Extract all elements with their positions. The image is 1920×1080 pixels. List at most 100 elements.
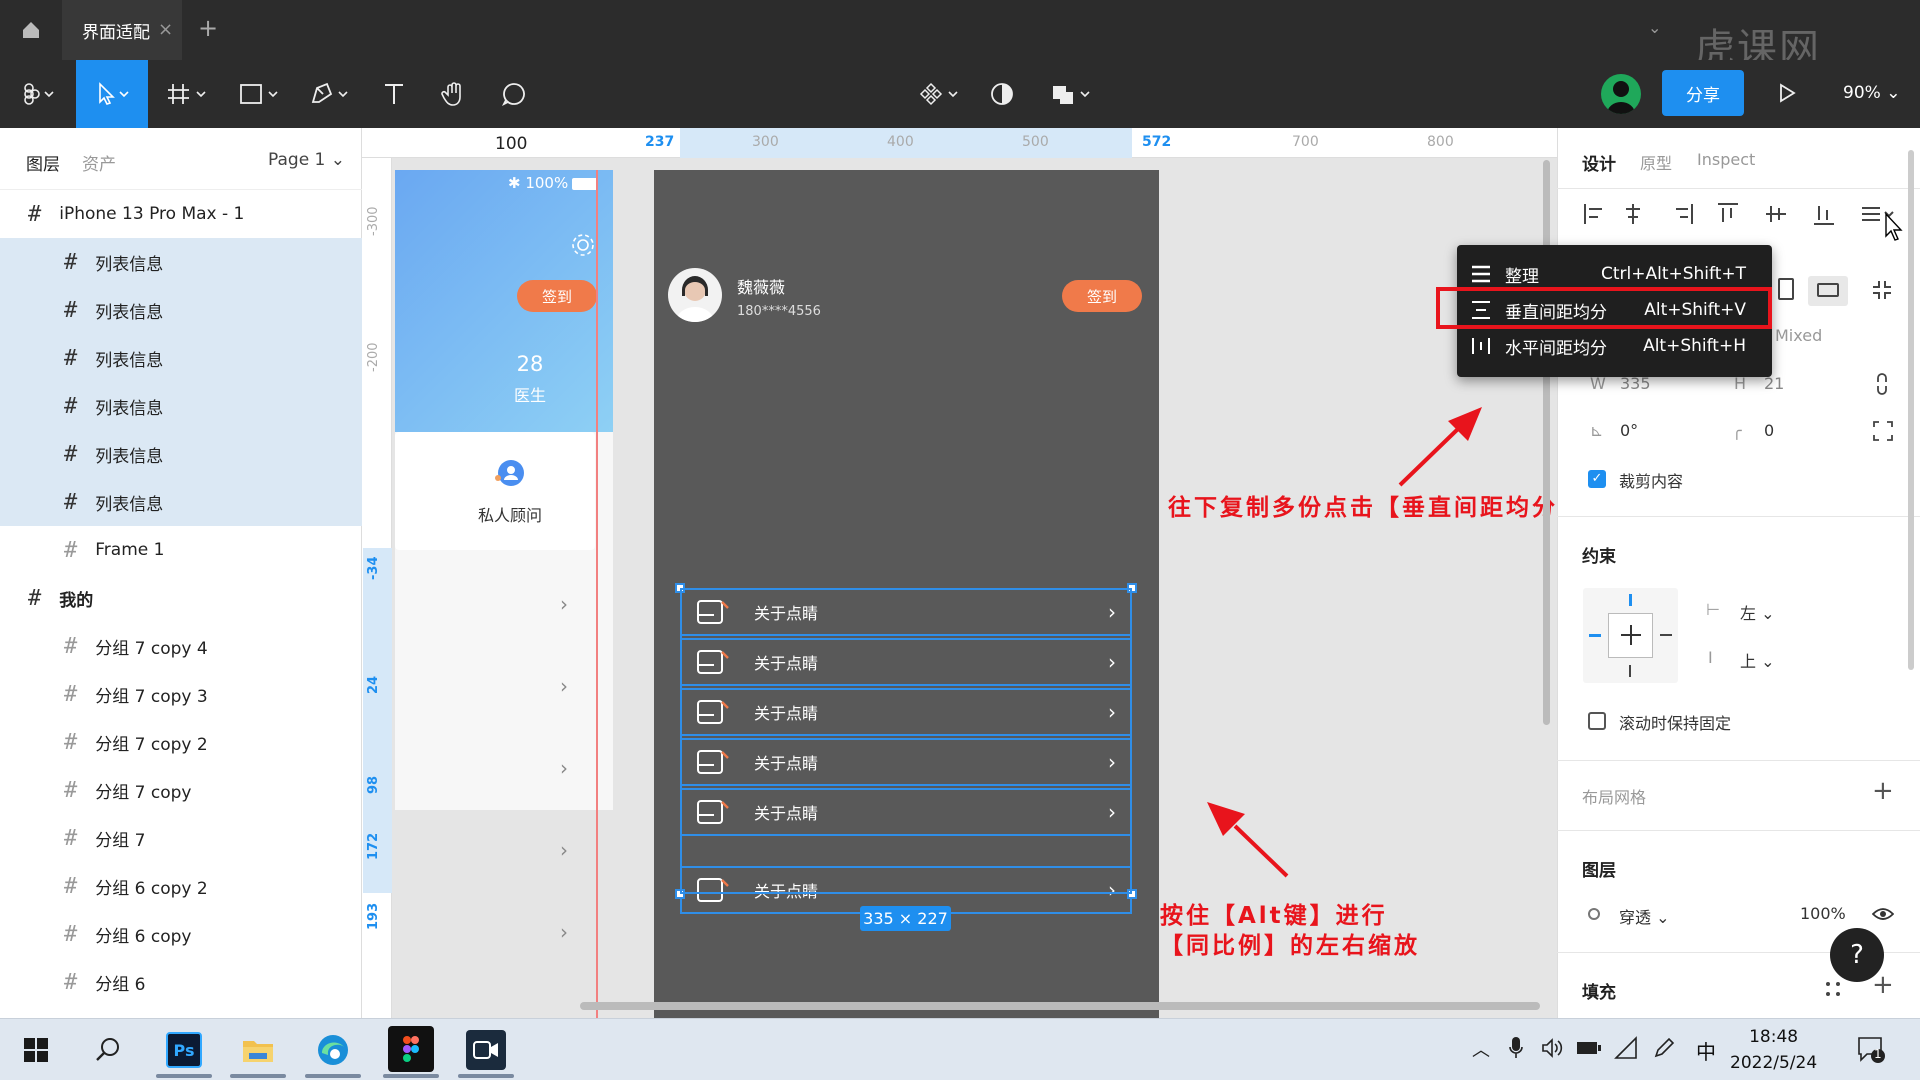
sign-in-button-left[interactable]: 签到 [517, 280, 597, 312]
share-button[interactable]: 分享 [1662, 70, 1744, 116]
tab-prototype[interactable]: 原型 [1640, 150, 1672, 174]
volume-icon[interactable] [1540, 1036, 1564, 1060]
tabs-chevron-icon[interactable]: ⌄ [1648, 18, 1661, 37]
properties-scrollbar[interactable] [1908, 150, 1914, 670]
recorder-taskbar-icon[interactable] [466, 1030, 506, 1070]
system-clock[interactable]: 18:48 2022/5/24 [1730, 1024, 1817, 1076]
ime-indicator[interactable]: 中 [1696, 1036, 1716, 1065]
add-layout-grid-icon[interactable]: + [1872, 776, 1894, 806]
canvas-scrollbar-horizontal[interactable] [580, 1002, 1540, 1010]
windows-start-icon[interactable] [16, 1030, 56, 1070]
vertical-constraint-value: 上 [1740, 652, 1757, 671]
layer-row[interactable]: # 分组 7 copy [0, 766, 362, 814]
chevron-right-icon: › [560, 920, 568, 944]
eye-icon[interactable] [1872, 906, 1894, 922]
mask-button[interactable] [980, 60, 1024, 128]
layer-row[interactable]: # 分组 6 [0, 958, 362, 1006]
frame-icon: # [28, 201, 42, 227]
layer-row[interactable]: # iPhone 13 Pro Max - 1 [0, 190, 362, 238]
layer-row[interactable]: # 列表信息 [0, 382, 362, 430]
frame-icon: # [64, 777, 78, 803]
sign-in-button[interactable]: 签到 [1062, 280, 1142, 312]
clock-date: 2022/5/24 [1730, 1053, 1818, 1073]
constraints-widget[interactable] [1583, 588, 1678, 683]
layer-row[interactable]: # 分组 7 [0, 814, 362, 862]
notification-icon[interactable] [1857, 1036, 1887, 1064]
ruler-tick: -34 [366, 556, 381, 581]
microphone-icon[interactable] [1508, 1036, 1524, 1060]
tab-close-icon[interactable]: × [158, 19, 173, 40]
ruler-tick-start: 237 [645, 134, 675, 150]
new-tab-icon[interactable]: + [198, 14, 218, 42]
tab-layers[interactable]: 图层 [26, 150, 60, 175]
help-button[interactable]: ? [1830, 928, 1884, 982]
layer-row[interactable]: # 列表信息 [0, 286, 362, 334]
page-selector[interactable]: Page 1 ⌄ [268, 150, 345, 170]
blend-mode-select[interactable]: 穿透 ⌄ [1619, 904, 1670, 928]
styles-grid-icon[interactable] [1824, 980, 1842, 998]
layer-row[interactable]: # 我的 [0, 574, 362, 622]
main-menu-button[interactable] [0, 60, 76, 128]
figma-taskbar-icon[interactable] [388, 1026, 434, 1072]
components-button[interactable] [912, 60, 970, 128]
photoshop-taskbar-icon[interactable]: Ps [164, 1030, 204, 1070]
mixed-value: Mixed [1775, 326, 1823, 345]
layer-row[interactable]: # 分组 6 copy [0, 910, 362, 958]
search-icon[interactable] [88, 1030, 128, 1070]
layer-row[interactable]: # 分组 7 copy 3 [0, 670, 362, 718]
portrait-icon[interactable] [1778, 278, 1794, 300]
horizontal-constraint-select[interactable]: 左 ⌄ [1740, 600, 1775, 624]
zoom-level[interactable]: 90% ⌄ [1843, 83, 1900, 103]
component-icon [919, 82, 958, 106]
settings-gear-icon[interactable] [570, 232, 596, 258]
corner-radius-input[interactable]: 0 [1764, 421, 1774, 440]
rotation-input[interactable]: 0° [1620, 421, 1638, 440]
frame-icon: # [64, 441, 78, 467]
layer-row[interactable]: # 分组 7 copy 2 [0, 718, 362, 766]
text-tool-button[interactable] [372, 60, 416, 128]
layer-row[interactable]: # 列表信息 [0, 430, 362, 478]
independent-corners-icon[interactable] [1872, 420, 1894, 442]
layer-opacity-input[interactable]: 100% [1800, 904, 1846, 923]
home-icon[interactable] [0, 0, 62, 60]
layer-row[interactable]: # 列表信息 [0, 478, 362, 526]
mouse-cursor-icon [1885, 212, 1903, 241]
vertical-constraint-select[interactable]: 上 ⌄ [1740, 648, 1775, 672]
landscape-toggle[interactable] [1808, 276, 1848, 306]
frame-icon: # [64, 873, 78, 899]
edge-browser-icon[interactable] [313, 1030, 353, 1070]
frame-icon: # [64, 249, 78, 275]
file-explorer-icon[interactable] [238, 1030, 278, 1070]
battery-tray-icon[interactable] [1576, 1038, 1602, 1058]
pen-tray-icon[interactable] [1652, 1036, 1676, 1060]
photoshop-label: Ps [166, 1032, 202, 1068]
move-tool-button[interactable] [76, 60, 148, 128]
wifi-icon[interactable] [1614, 1036, 1640, 1060]
layer-row[interactable]: # 列表信息 [0, 238, 362, 286]
tab-assets[interactable]: 资产 [82, 150, 116, 175]
frame-tool-button[interactable] [160, 60, 218, 128]
alignment-toolbar[interactable] [1580, 200, 1905, 228]
shape-tool-button[interactable] [232, 60, 290, 128]
tab-design[interactable]: 设计 [1582, 150, 1616, 175]
fix-scroll-checkbox[interactable] [1588, 712, 1606, 730]
menu-item[interactable]: 水平间距均分 Alt+Shift+H [1457, 328, 1772, 364]
tab-inspect[interactable]: Inspect [1697, 150, 1755, 169]
ruler-tick: -300 [366, 206, 381, 236]
constrain-proportions-icon[interactable] [1872, 372, 1892, 396]
layer-row[interactable]: # 分组 7 copy 4 [0, 622, 362, 670]
present-play-icon[interactable] [1776, 82, 1798, 104]
tray-overflow-icon[interactable]: ︿ [1472, 1036, 1490, 1062]
pen-icon [311, 82, 348, 103]
comment-tool-button[interactable] [492, 60, 536, 128]
layer-row[interactable]: # 分组 6 copy 2 [0, 862, 362, 910]
layer-row[interactable]: # Frame 1 [0, 526, 362, 574]
pen-tool-button[interactable] [302, 60, 360, 128]
resize-to-fit-icon[interactable] [1870, 278, 1894, 302]
user-avatar[interactable] [1601, 74, 1641, 114]
layer-row[interactable]: # 列表信息 [0, 334, 362, 382]
boolean-button[interactable] [1044, 60, 1102, 128]
clip-content-checkbox[interactable]: ✓ [1588, 470, 1606, 488]
annotation-alt-scale-2: 【同比例】的左右缩放 [1160, 933, 1420, 959]
hand-tool-button[interactable] [432, 60, 476, 128]
